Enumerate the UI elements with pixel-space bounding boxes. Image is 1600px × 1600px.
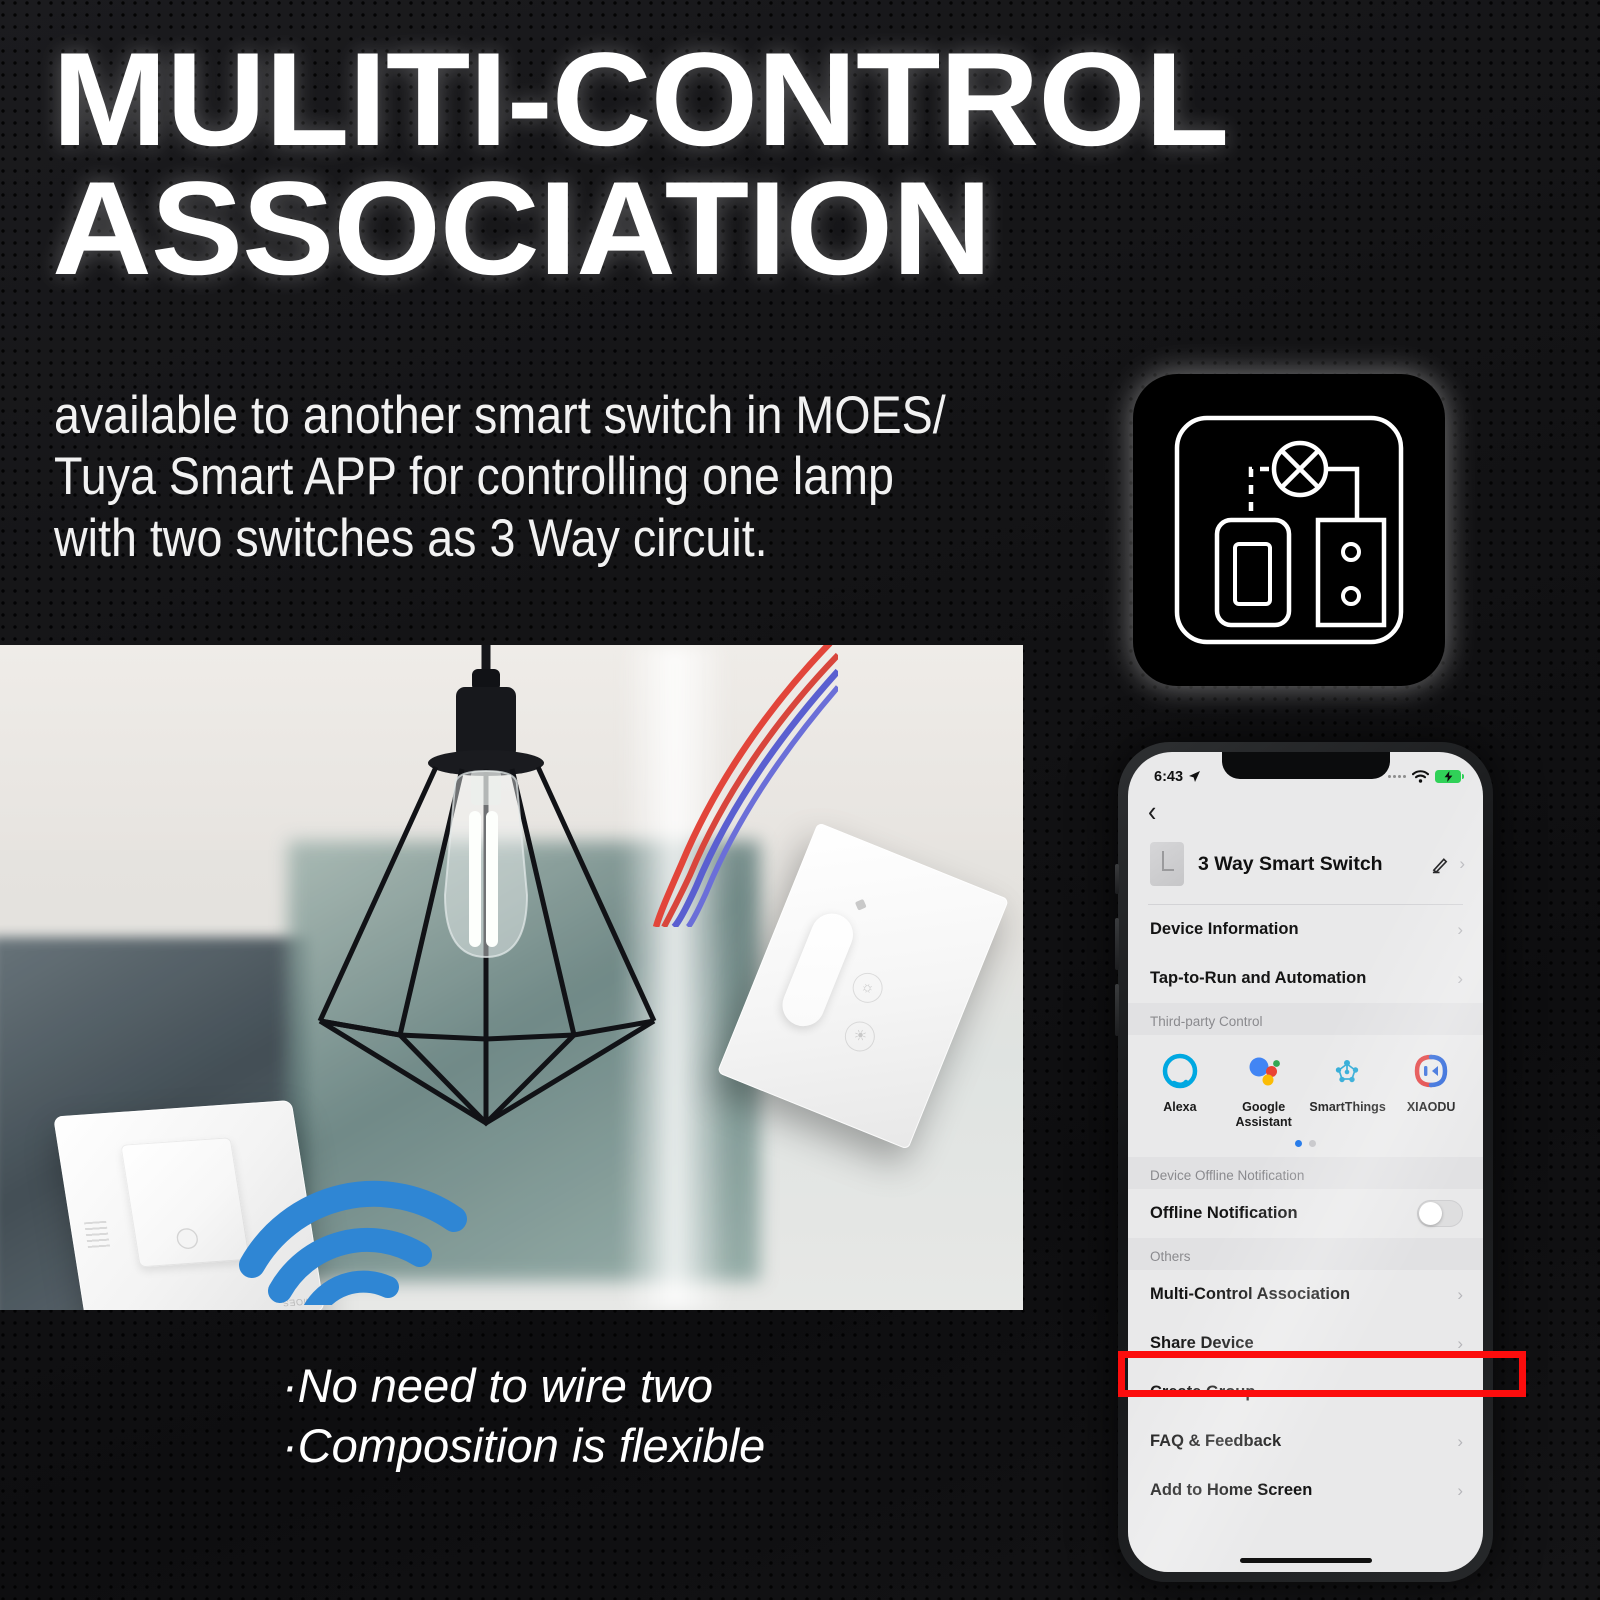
section-heading-others: Others xyxy=(1128,1238,1483,1270)
chevron-right-icon: › xyxy=(1457,1431,1463,1451)
row-share-device[interactable]: Share Device › xyxy=(1128,1319,1483,1368)
device-thumbnail-icon xyxy=(1150,842,1184,886)
carousel-page-dots[interactable] xyxy=(1128,1130,1483,1151)
row-label: Share Device xyxy=(1150,1334,1254,1352)
row-faq-and-feedback[interactable]: FAQ & Feedback › xyxy=(1128,1417,1483,1466)
product-photo: MOES ☼ ☀ xyxy=(0,645,1023,1310)
subheading-line-2: Tuya Smart APP for controlling one lamp xyxy=(54,447,894,507)
signal-dots-icon xyxy=(1388,775,1406,778)
page-dot-2[interactable] xyxy=(1309,1140,1316,1147)
subheading-line-3: with two switches as 3 Way circuit. xyxy=(54,508,768,568)
headline-line-2: ASSOCIATION xyxy=(52,155,992,303)
feature-bullets: ·No need to wire two ·Composition is fle… xyxy=(282,1356,922,1476)
third-party-item-alexa[interactable]: Alexa xyxy=(1142,1049,1218,1115)
third-party-label: Alexa xyxy=(1163,1100,1197,1114)
location-arrow-icon xyxy=(1189,771,1201,782)
third-party-control-panel: Alexa Google Assistant SmartThings XIAOD… xyxy=(1128,1035,1483,1157)
headline-line-1: MULITI-CONTROL xyxy=(52,26,1229,174)
battery-charging-icon xyxy=(1435,770,1464,783)
chevron-right-icon: › xyxy=(1457,1284,1463,1304)
third-party-label: XIAODU xyxy=(1406,1100,1456,1114)
two-switches-one-lamp-icon xyxy=(1174,415,1404,645)
offline-notification-toggle[interactable] xyxy=(1417,1200,1463,1227)
chevron-right-icon: › xyxy=(1457,1480,1463,1500)
row-label: Tap-to-Run and Automation xyxy=(1150,969,1367,987)
row-create-group[interactable]: Create Group › xyxy=(1128,1368,1483,1417)
row-label: FAQ & Feedback xyxy=(1150,1432,1282,1450)
badge-panel xyxy=(1133,374,1445,686)
chevron-right-icon: › xyxy=(1457,1333,1463,1353)
device-title: 3 Way Smart Switch xyxy=(1198,852,1383,875)
back-button[interactable]: ‹ xyxy=(1148,797,1156,827)
google-assistant-icon xyxy=(1226,1049,1302,1093)
third-party-item-xiaodu[interactable]: XIAODU xyxy=(1393,1049,1469,1115)
section-heading-third-party: Third-party Control xyxy=(1128,1003,1483,1035)
row-label: Device Information xyxy=(1150,920,1299,938)
phone-notch xyxy=(1221,752,1390,779)
third-party-item-smartthings[interactable]: SmartThings xyxy=(1309,1049,1386,1115)
bullet-1: ·No need to wire two xyxy=(282,1359,714,1412)
chevron-right-icon: › xyxy=(1457,968,1463,988)
chevron-right-icon: › xyxy=(1457,919,1463,939)
phone-volume-up-button[interactable] xyxy=(1115,918,1119,970)
device-header[interactable]: 3 Way Smart Switch › xyxy=(1128,832,1483,904)
phone-screen: 6:43 ‹ 3 Way Smart Switch › Device Infor… xyxy=(1128,752,1483,1572)
home-indicator[interactable] xyxy=(1239,1558,1372,1563)
third-party-item-google-assistant[interactable]: Google Assistant xyxy=(1226,1049,1302,1130)
row-add-to-home-screen[interactable]: Add to Home Screen › xyxy=(1128,1466,1483,1515)
row-label: Multi-Control Association xyxy=(1150,1285,1351,1303)
row-multi-control-association[interactable]: Multi-Control Association › xyxy=(1128,1270,1483,1319)
row-offline-notification[interactable]: Offline Notification xyxy=(1128,1189,1483,1238)
phone-volume-down-button[interactable] xyxy=(1115,984,1119,1036)
page-title: MULITI-CONTROL ASSOCIATION xyxy=(52,26,1404,303)
bullet-2: ·Composition is flexible xyxy=(282,1419,766,1473)
page-dot-1[interactable] xyxy=(1295,1140,1302,1147)
status-time: 6:43 xyxy=(1154,768,1184,785)
third-party-label: Google Assistant xyxy=(1235,1100,1292,1129)
row-device-information[interactable]: Device Information › xyxy=(1128,905,1483,954)
subheading-line-1: available to another smart switch in MOE… xyxy=(54,386,946,445)
nav-bar: ‹ xyxy=(1128,792,1483,832)
feature-badge xyxy=(1107,348,1471,712)
wifi-signal-icon xyxy=(239,1180,467,1305)
phone-mockup: 6:43 ‹ 3 Way Smart Switch › Device Infor… xyxy=(1115,742,1493,1582)
subheading: available to another smart switch in MOE… xyxy=(54,385,952,569)
alexa-icon xyxy=(1142,1049,1218,1093)
third-party-label: SmartThings xyxy=(1309,1100,1386,1114)
row-label: Offline Notification xyxy=(1150,1204,1298,1222)
smartthings-icon xyxy=(1309,1049,1385,1093)
row-label: Add to Home Screen xyxy=(1150,1481,1313,1499)
wifi-icon xyxy=(1412,770,1429,783)
section-heading-device-offline: Device Offline Notification xyxy=(1128,1157,1483,1189)
xiaodu-icon xyxy=(1393,1049,1469,1093)
chevron-right-icon: › xyxy=(1457,1382,1463,1402)
phone-mute-button[interactable] xyxy=(1115,864,1119,894)
row-label: Create Group xyxy=(1150,1383,1256,1401)
row-tap-to-run-and-automation[interactable]: Tap-to-Run and Automation › xyxy=(1128,954,1483,1003)
switch-vents xyxy=(84,1220,111,1249)
device-header-chevron: › xyxy=(1459,854,1465,873)
pencil-icon[interactable] xyxy=(1431,855,1450,874)
